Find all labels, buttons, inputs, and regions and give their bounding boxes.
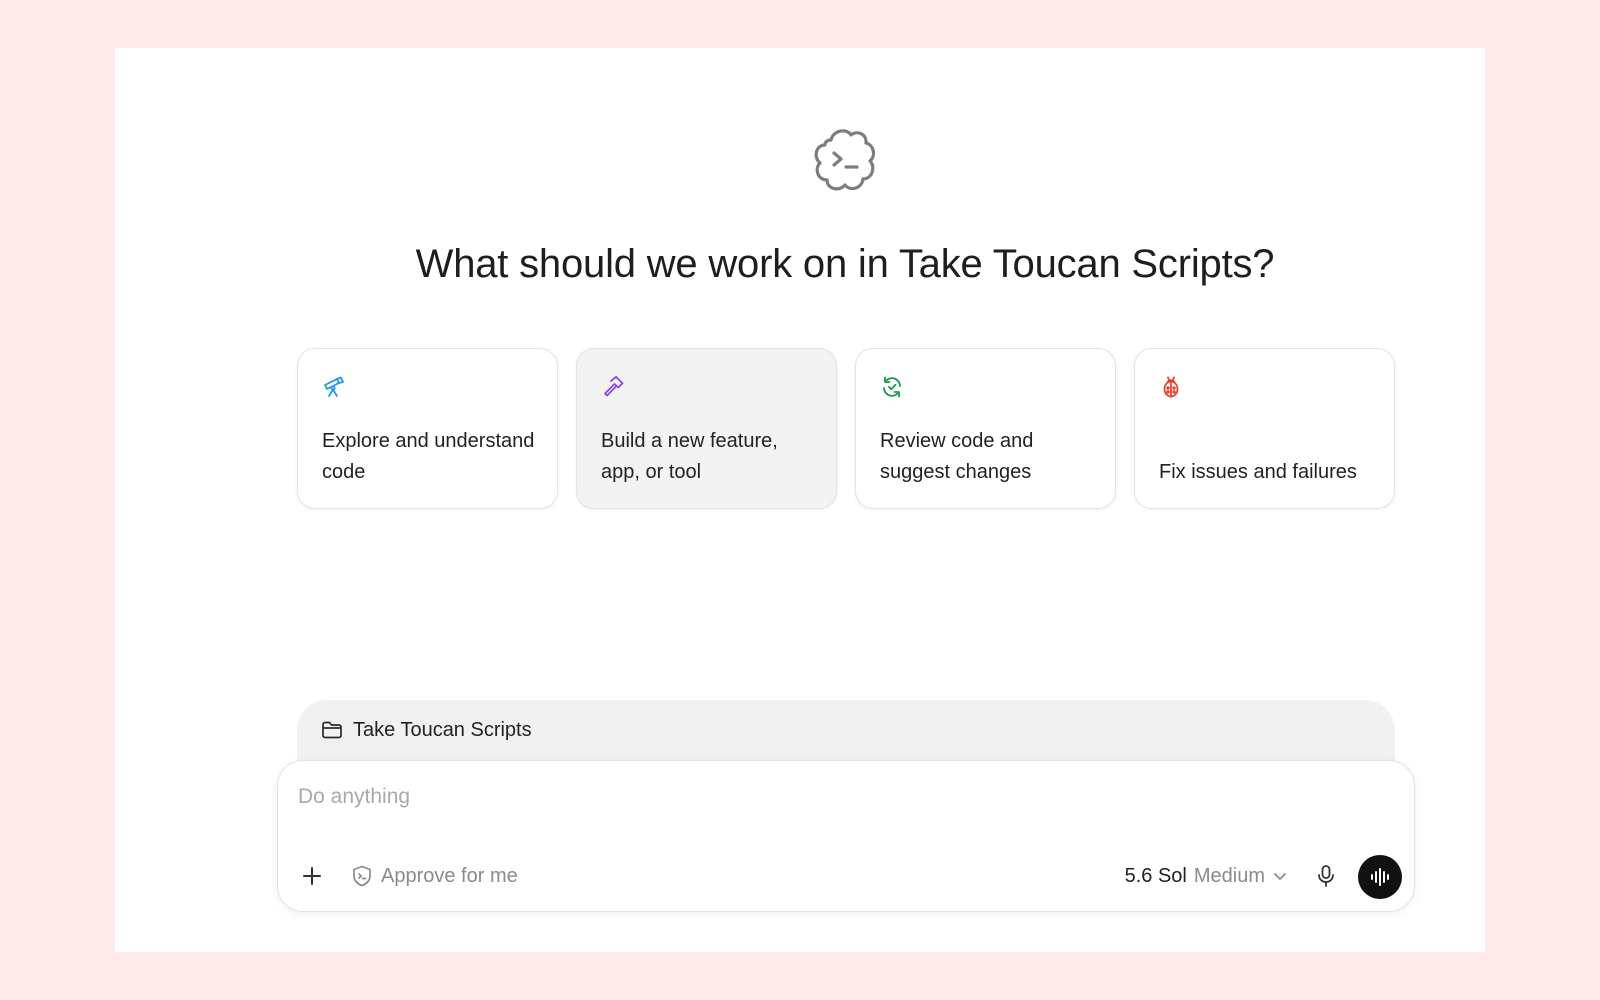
telescope-icon (324, 376, 344, 397)
chevron-down-icon (1274, 873, 1286, 880)
suggestion-cards: Explore and understand code Build a new … (297, 348, 1395, 509)
refresh-check-icon (883, 376, 901, 398)
card-label: Build a new feature, app, or tool (601, 430, 778, 483)
page-title: What should we work on in Take Toucan Sc… (415, 242, 1275, 286)
voice-mode-button[interactable] (1358, 855, 1402, 899)
codex-cloud-terminal-icon (814, 129, 876, 191)
hammer-icon (604, 375, 624, 397)
microphone-icon (1318, 865, 1334, 887)
prompt-input[interactable] (298, 785, 1198, 809)
waveform-icon (1371, 868, 1389, 886)
card-explore-code[interactable]: Explore and understand code (297, 348, 558, 509)
model-effort: Medium (1193, 864, 1265, 887)
add-attachment-button[interactable] (298, 862, 326, 890)
folder-icon (322, 721, 342, 739)
card-label: Review code and suggest changes (880, 430, 1034, 483)
model-selector[interactable]: 5.6 Sol Medium (1125, 862, 1288, 890)
project-name: Take Toucan Scripts (353, 719, 532, 741)
approval-mode-label: Approve for me (381, 864, 518, 887)
shield-terminal-icon (353, 865, 371, 887)
card-fix-issues[interactable]: Fix issues and failures (1134, 348, 1395, 509)
bug-icon (1163, 376, 1179, 398)
card-label: Explore and understand code (322, 430, 535, 483)
card-label: Fix issues and failures (1159, 461, 1357, 483)
app-window: What should we work on in Take Toucan Sc… (115, 48, 1485, 952)
card-review-code[interactable]: Review code and suggest changes (855, 348, 1116, 509)
card-build-feature[interactable]: Build a new feature, app, or tool (576, 348, 837, 509)
dictation-button[interactable] (1312, 862, 1340, 890)
plus-icon (303, 867, 321, 885)
composer: Approve for me 5.6 Sol Medium (277, 760, 1415, 912)
model-name: 5.6 Sol (1124, 864, 1187, 887)
approval-mode-button[interactable]: Approve for me (352, 863, 518, 889)
